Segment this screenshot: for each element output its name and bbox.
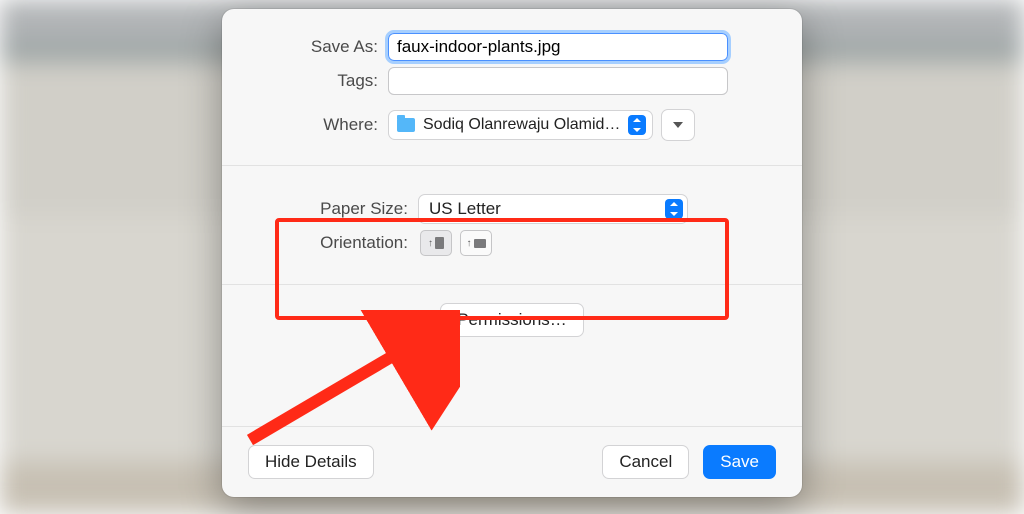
chevron-down-icon: [673, 122, 683, 128]
where-popup[interactable]: Sodiq Olanrewaju Olamid…: [388, 110, 653, 140]
arrow-up-icon: ↑: [467, 238, 472, 249]
where-folder-name: Sodiq Olanrewaju Olamid…: [423, 116, 620, 134]
orientation-portrait-button[interactable]: ↑: [420, 230, 452, 256]
save-button[interactable]: Save: [703, 445, 776, 479]
permissions-button[interactable]: Permissions…: [440, 303, 584, 337]
folder-icon: [397, 118, 415, 132]
arrow-up-icon: ↑: [428, 238, 433, 249]
save-dialog: Save As: Tags: Where: Sodiq Olanrewaju O…: [222, 9, 802, 497]
hide-details-button[interactable]: Hide Details: [248, 445, 374, 479]
paper-size-label: Paper Size:: [248, 199, 418, 219]
paper-size-value: US Letter: [429, 199, 501, 219]
orientation-label: Orientation:: [248, 233, 418, 253]
permissions-section: Permissions…: [222, 284, 802, 355]
page-portrait-icon: [435, 237, 444, 249]
page-landscape-icon: [474, 239, 486, 248]
where-label: Where:: [248, 115, 388, 135]
orientation-landscape-button[interactable]: ↑: [460, 230, 492, 256]
updown-icon: [665, 199, 683, 219]
cancel-button[interactable]: Cancel: [602, 445, 689, 479]
updown-icon: [628, 115, 646, 135]
expand-browser-button[interactable]: [661, 109, 695, 141]
filename-input[interactable]: [388, 33, 728, 61]
save-as-label: Save As:: [248, 37, 388, 57]
paper-size-popup[interactable]: US Letter: [418, 194, 688, 224]
tags-label: Tags:: [248, 71, 388, 91]
tags-input[interactable]: [388, 67, 728, 95]
file-section: Save As: Tags: Where: Sodiq Olanrewaju O…: [222, 9, 802, 165]
dialog-footer: Hide Details Cancel Save: [222, 426, 802, 497]
page-setup-section: Paper Size: US Letter Orientation: ↑ ↑: [222, 165, 802, 284]
